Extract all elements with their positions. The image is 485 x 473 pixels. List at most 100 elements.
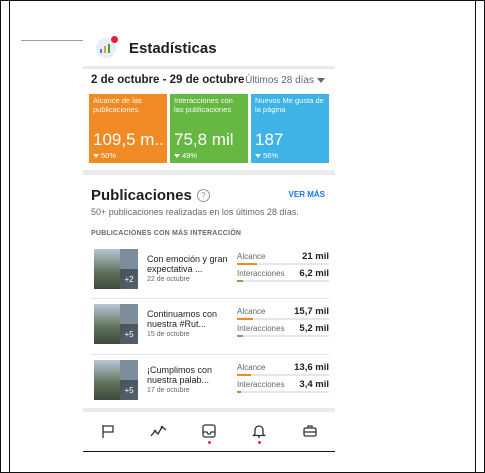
bell-icon — [252, 425, 267, 438]
nav-bottom-line — [83, 451, 335, 452]
help-icon[interactable]: ? — [196, 189, 210, 202]
reach-label: Alcance — [237, 252, 266, 261]
engagement-bar-fill — [237, 280, 244, 282]
reach-metric: Alcance 15,7 mil — [237, 306, 329, 320]
bottom-nav — [83, 412, 335, 450]
reach-bar — [237, 318, 329, 320]
post-divider — [91, 354, 329, 355]
engagement-value: 3,4 mil — [299, 379, 329, 390]
reach-value: 13,6 mil — [294, 362, 329, 373]
reach-metric: Alcance 21 mil — [237, 251, 329, 265]
nav-insights[interactable] — [144, 416, 174, 446]
post-date: 17 de octubre — [147, 387, 190, 394]
reach-bar — [237, 263, 329, 265]
card-change: 50% — [93, 151, 116, 160]
photo-count: +5 — [120, 380, 138, 400]
card-post-reach[interactable]: Alcance de las publicaciones 109,5 m.. 5… — [89, 94, 167, 163]
post-title: ¡Cumplimos con nuestra palab... — [147, 365, 213, 385]
thumbnail-photo-secondary — [120, 249, 138, 269]
inbox-icon — [202, 424, 216, 438]
publications-subtitle: 50+ publicaciones realizadas en los últi… — [91, 207, 299, 217]
post-divider — [91, 298, 329, 299]
section-divider — [83, 170, 335, 175]
photo-count: +5 — [120, 324, 138, 344]
page-title: Estadísticas — [129, 40, 217, 57]
period-label: Últimos 28 días — [245, 75, 314, 86]
card-label: Interacciones con las publicaciones — [174, 97, 233, 114]
card-change: 56% — [255, 151, 278, 160]
thumbnail-photo-secondary — [120, 304, 138, 324]
flag-icon — [102, 425, 114, 438]
caret-down-icon — [317, 78, 325, 83]
reach-bar-fill — [237, 318, 253, 320]
period-dropdown[interactable]: Últimos 28 días — [245, 75, 325, 86]
post-thumbnail: +2 — [94, 249, 138, 289]
arrow-down-icon — [174, 153, 180, 158]
activity-icon — [150, 425, 166, 437]
reach-bar-fill — [237, 263, 258, 265]
nav-pages[interactable] — [93, 416, 123, 446]
insights-logo-icon — [96, 36, 118, 58]
decorative-line — [21, 40, 83, 41]
card-change-value: 50% — [101, 151, 117, 160]
frame-right-rule — [475, 1, 476, 472]
engagement-metric: Interacciones 5,2 mil — [237, 323, 329, 337]
card-value: 187 — [255, 130, 284, 149]
notification-dot — [258, 441, 262, 444]
engagement-label: Interacciones — [237, 269, 285, 278]
thumbnail-photo-main — [94, 304, 120, 344]
engagement-label: Interacciones — [237, 324, 285, 333]
nav-notifications[interactable] — [244, 416, 274, 446]
photo-count: +2 — [120, 269, 138, 289]
notification-dot — [207, 441, 211, 444]
post-date: 22 de octubre — [147, 276, 190, 283]
header-divider — [83, 66, 335, 69]
engagement-bar-fill — [237, 391, 241, 393]
engagement-bar — [237, 391, 329, 393]
post-text: Con emoción y gran expectativa ... 22 de… — [147, 254, 231, 285]
reach-value: 15,7 mil — [294, 306, 329, 317]
engagement-bar — [237, 280, 329, 282]
engagement-value: 6,2 mil — [299, 268, 329, 279]
reach-bar-fill — [237, 374, 251, 376]
card-post-engagement[interactable]: Interacciones con las publicaciones 75,8… — [170, 94, 248, 163]
engagement-bar-fill — [237, 335, 243, 337]
thumbnail-photo-main — [94, 249, 120, 289]
engagement-metric: Interacciones 6,2 mil — [237, 268, 329, 282]
frame-left-rule — [9, 1, 10, 472]
card-value: 75,8 mil — [174, 130, 234, 149]
card-value: 109,5 m.. — [93, 130, 164, 149]
post-thumbnail: +5 — [94, 360, 138, 400]
notification-dot — [111, 36, 118, 43]
post-text: Continuamos con nuestra #Rut... 15 de oc… — [147, 309, 231, 340]
nav-inbox[interactable] — [194, 416, 224, 446]
engagement-value: 5,2 mil — [299, 323, 329, 334]
header: Estadísticas — [83, 24, 335, 66]
publications-header: Publicaciones ? — [91, 187, 210, 204]
engagement-bar — [237, 335, 329, 337]
card-new-page-likes[interactable]: Nuevos Me gusta de la página 187 56% — [251, 94, 329, 163]
engagement-metric: Interacciones 3,4 mil — [237, 379, 329, 393]
reach-value: 21 mil — [302, 251, 329, 262]
card-change-value: 49% — [182, 151, 198, 160]
thumbnail-photo-secondary — [120, 360, 138, 380]
insights-screen: Estadísticas 2 de octubre - 29 de octubr… — [83, 24, 335, 454]
briefcase-icon — [303, 425, 317, 437]
post-item[interactable]: +5 ¡Cumplimos con nuestra palab... 17 de… — [91, 360, 329, 406]
reach-label: Alcance — [237, 363, 266, 372]
post-item[interactable]: +2 Con emoción y gran expectativa ... 22… — [91, 249, 329, 295]
post-date: 15 de octubre — [147, 331, 190, 338]
reach-bar — [237, 374, 329, 376]
publications-title: Publicaciones — [91, 187, 192, 204]
nav-tools[interactable] — [295, 416, 325, 446]
see-more-link[interactable]: VER MÁS — [289, 190, 325, 199]
post-title: Con emoción y gran expectativa ... — [147, 254, 228, 274]
post-title: Continuamos con nuestra #Rut... — [147, 309, 218, 329]
reach-metric: Alcance 13,6 mil — [237, 362, 329, 376]
top-posts-label: PUBLICACIONES CON MÁS INTERACCIÓN — [91, 230, 242, 237]
arrow-down-icon — [93, 153, 99, 158]
arrow-down-icon — [255, 153, 261, 158]
card-label: Nuevos Me gusta de la página — [255, 97, 324, 114]
post-item[interactable]: +5 Continuamos con nuestra #Rut... 15 de… — [91, 304, 329, 350]
post-text: ¡Cumplimos con nuestra palab... 17 de oc… — [147, 365, 231, 396]
